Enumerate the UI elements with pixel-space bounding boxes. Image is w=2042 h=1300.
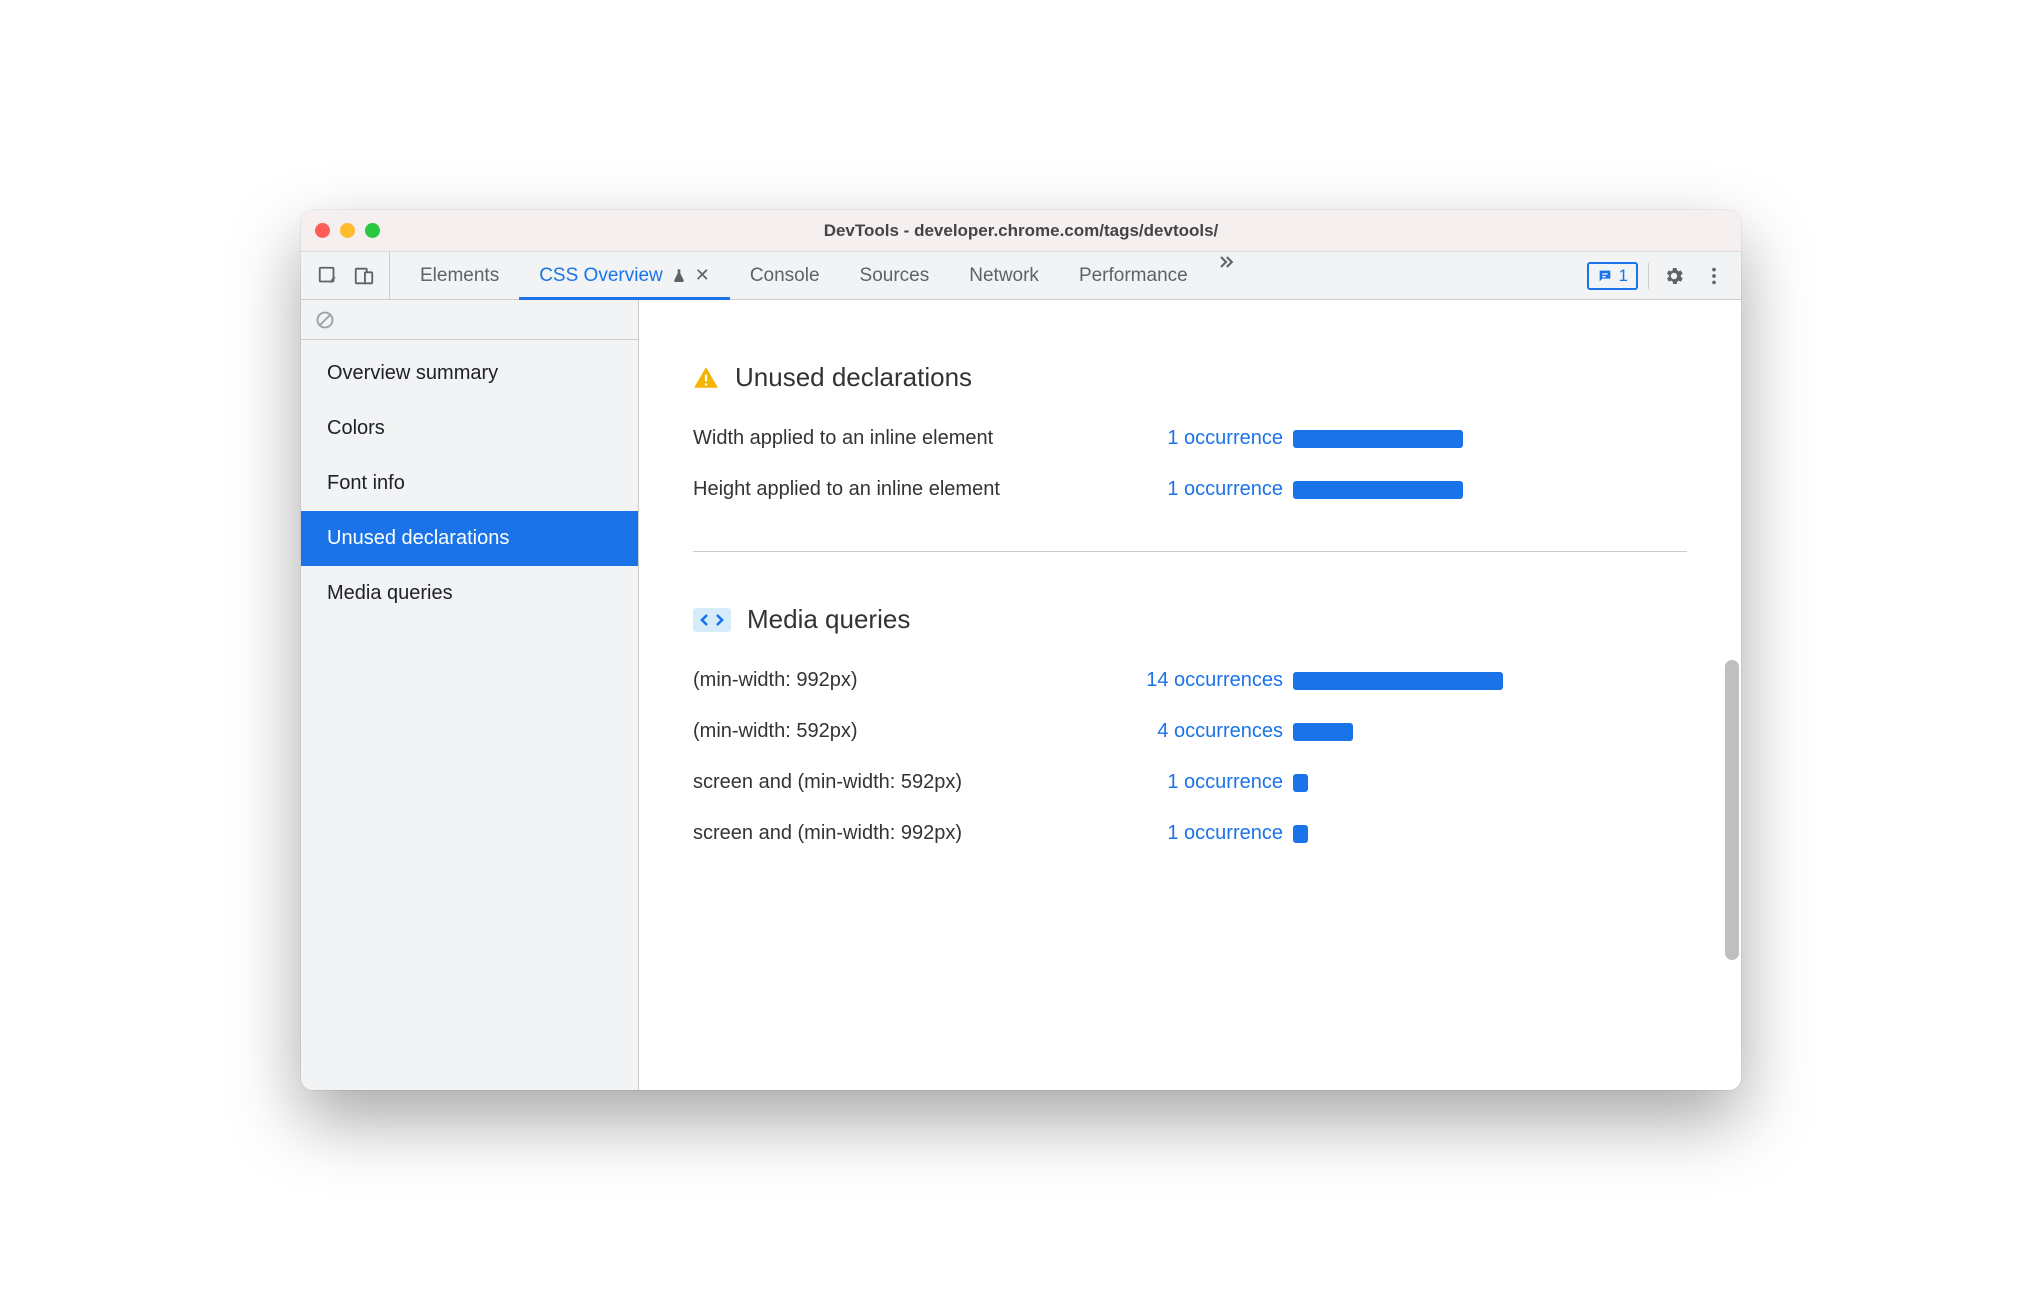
tab-label: Network [969, 265, 1039, 287]
section-heading: Unused declarations [693, 352, 1687, 393]
tab-performance[interactable]: Performance [1059, 252, 1208, 299]
more-options-icon[interactable] [1699, 261, 1729, 291]
row-label: (min-width: 992px) [693, 669, 1083, 692]
panel-tabs: Elements CSS Overview ✕ Console Sources … [400, 252, 1583, 299]
window-title: DevTools - developer.chrome.com/tags/dev… [301, 221, 1741, 241]
sidebar-item-overview-summary[interactable]: Overview summary [301, 346, 638, 401]
sidebar-item-label: Unused declarations [327, 527, 509, 549]
tab-label: Console [750, 265, 820, 287]
media-row: screen and (min-width: 992px) 1 occurren… [693, 822, 1687, 845]
more-tabs-icon[interactable] [1208, 252, 1244, 299]
row-label: screen and (min-width: 592px) [693, 771, 1083, 794]
scrollbar-thumb[interactable] [1725, 660, 1739, 960]
row-bar-wrap [1293, 672, 1513, 690]
media-queries-icon [693, 608, 731, 632]
sidebar-item-label: Overview summary [327, 362, 498, 384]
issues-count: 1 [1619, 266, 1628, 286]
row-bar [1293, 774, 1308, 792]
unused-row: Height applied to an inline element 1 oc… [693, 478, 1687, 501]
section-title: Unused declarations [735, 362, 972, 393]
row-bar-wrap [1293, 481, 1513, 499]
sidebar: Overview summary Colors Font info Unused… [301, 300, 639, 1090]
maximize-window-button[interactable] [365, 223, 380, 238]
media-row: screen and (min-width: 592px) 1 occurren… [693, 771, 1687, 794]
row-bar-wrap [1293, 774, 1513, 792]
sidebar-item-unused-declarations[interactable]: Unused declarations [301, 511, 638, 566]
row-bar-wrap [1293, 430, 1513, 448]
device-toolbar-icon[interactable] [349, 261, 379, 291]
divider [1648, 263, 1649, 289]
media-row: (min-width: 592px) 4 occurrences [693, 720, 1687, 743]
sidebar-item-label: Colors [327, 417, 385, 439]
row-bar [1293, 430, 1463, 448]
row-bar-wrap [1293, 825, 1513, 843]
row-bar [1293, 672, 1503, 690]
toolbar-right-controls: 1 [1587, 261, 1733, 291]
section-heading: Media queries [693, 578, 1687, 635]
close-window-button[interactable] [315, 223, 330, 238]
clear-icon[interactable] [315, 310, 335, 330]
tab-console[interactable]: Console [730, 252, 840, 299]
section-unused-declarations: Unused declarations Width applied to an … [693, 326, 1687, 551]
tab-label: CSS Overview [539, 265, 663, 287]
row-count-link[interactable]: 1 occurrence [1093, 478, 1283, 501]
main-inner: Unused declarations Width applied to an … [639, 300, 1741, 935]
unused-rows: Width applied to an inline element 1 occ… [693, 427, 1687, 501]
main-toolbar: Elements CSS Overview ✕ Console Sources … [301, 252, 1741, 300]
minimize-window-button[interactable] [340, 223, 355, 238]
row-label: screen and (min-width: 992px) [693, 822, 1083, 845]
settings-icon[interactable] [1659, 261, 1689, 291]
media-row: (min-width: 992px) 14 occurrences [693, 669, 1687, 692]
row-count-link[interactable]: 4 occurrences [1093, 720, 1283, 743]
inspect-element-icon[interactable] [313, 261, 343, 291]
row-count-link[interactable]: 1 occurrence [1093, 771, 1283, 794]
tab-label: Performance [1079, 265, 1188, 287]
row-label: Height applied to an inline element [693, 478, 1083, 501]
issues-button[interactable]: 1 [1587, 262, 1638, 290]
tab-sources[interactable]: Sources [840, 252, 950, 299]
media-rows: (min-width: 992px) 14 occurrences (min-w… [693, 669, 1687, 845]
devtools-window: DevTools - developer.chrome.com/tags/dev… [301, 210, 1741, 1090]
sidebar-item-media-queries[interactable]: Media queries [301, 566, 638, 621]
tab-label: Elements [420, 265, 499, 287]
row-label: (min-width: 592px) [693, 720, 1083, 743]
row-bar [1293, 481, 1463, 499]
sidebar-nav: Overview summary Colors Font info Unused… [301, 340, 638, 621]
experimental-icon [671, 268, 687, 284]
row-bar [1293, 825, 1308, 843]
tab-elements[interactable]: Elements [400, 252, 519, 299]
row-count-link[interactable]: 14 occurrences [1093, 669, 1283, 692]
tab-css-overview[interactable]: CSS Overview ✕ [519, 252, 730, 299]
section-media-queries: Media queries (min-width: 992px) 14 occu… [693, 551, 1687, 895]
row-count-link[interactable]: 1 occurrence [1093, 427, 1283, 450]
sidebar-item-colors[interactable]: Colors [301, 401, 638, 456]
window-controls [315, 223, 380, 238]
sidebar-item-label: Font info [327, 472, 405, 494]
tab-label: Sources [860, 265, 930, 287]
main-panel[interactable]: Unused declarations Width applied to an … [639, 300, 1741, 1090]
sidebar-item-label: Media queries [327, 582, 453, 604]
titlebar: DevTools - developer.chrome.com/tags/dev… [301, 210, 1741, 252]
row-bar [1293, 723, 1353, 741]
close-tab-icon[interactable]: ✕ [695, 265, 710, 286]
unused-row: Width applied to an inline element 1 occ… [693, 427, 1687, 450]
sidebar-item-font-info[interactable]: Font info [301, 456, 638, 511]
sidebar-toolbar [301, 300, 638, 340]
toolbar-left-group [309, 252, 390, 299]
row-bar-wrap [1293, 723, 1513, 741]
section-title: Media queries [747, 604, 910, 635]
content-area: Overview summary Colors Font info Unused… [301, 300, 1741, 1090]
warning-icon [693, 365, 719, 391]
row-count-link[interactable]: 1 occurrence [1093, 822, 1283, 845]
row-label: Width applied to an inline element [693, 427, 1083, 450]
tab-network[interactable]: Network [949, 252, 1059, 299]
